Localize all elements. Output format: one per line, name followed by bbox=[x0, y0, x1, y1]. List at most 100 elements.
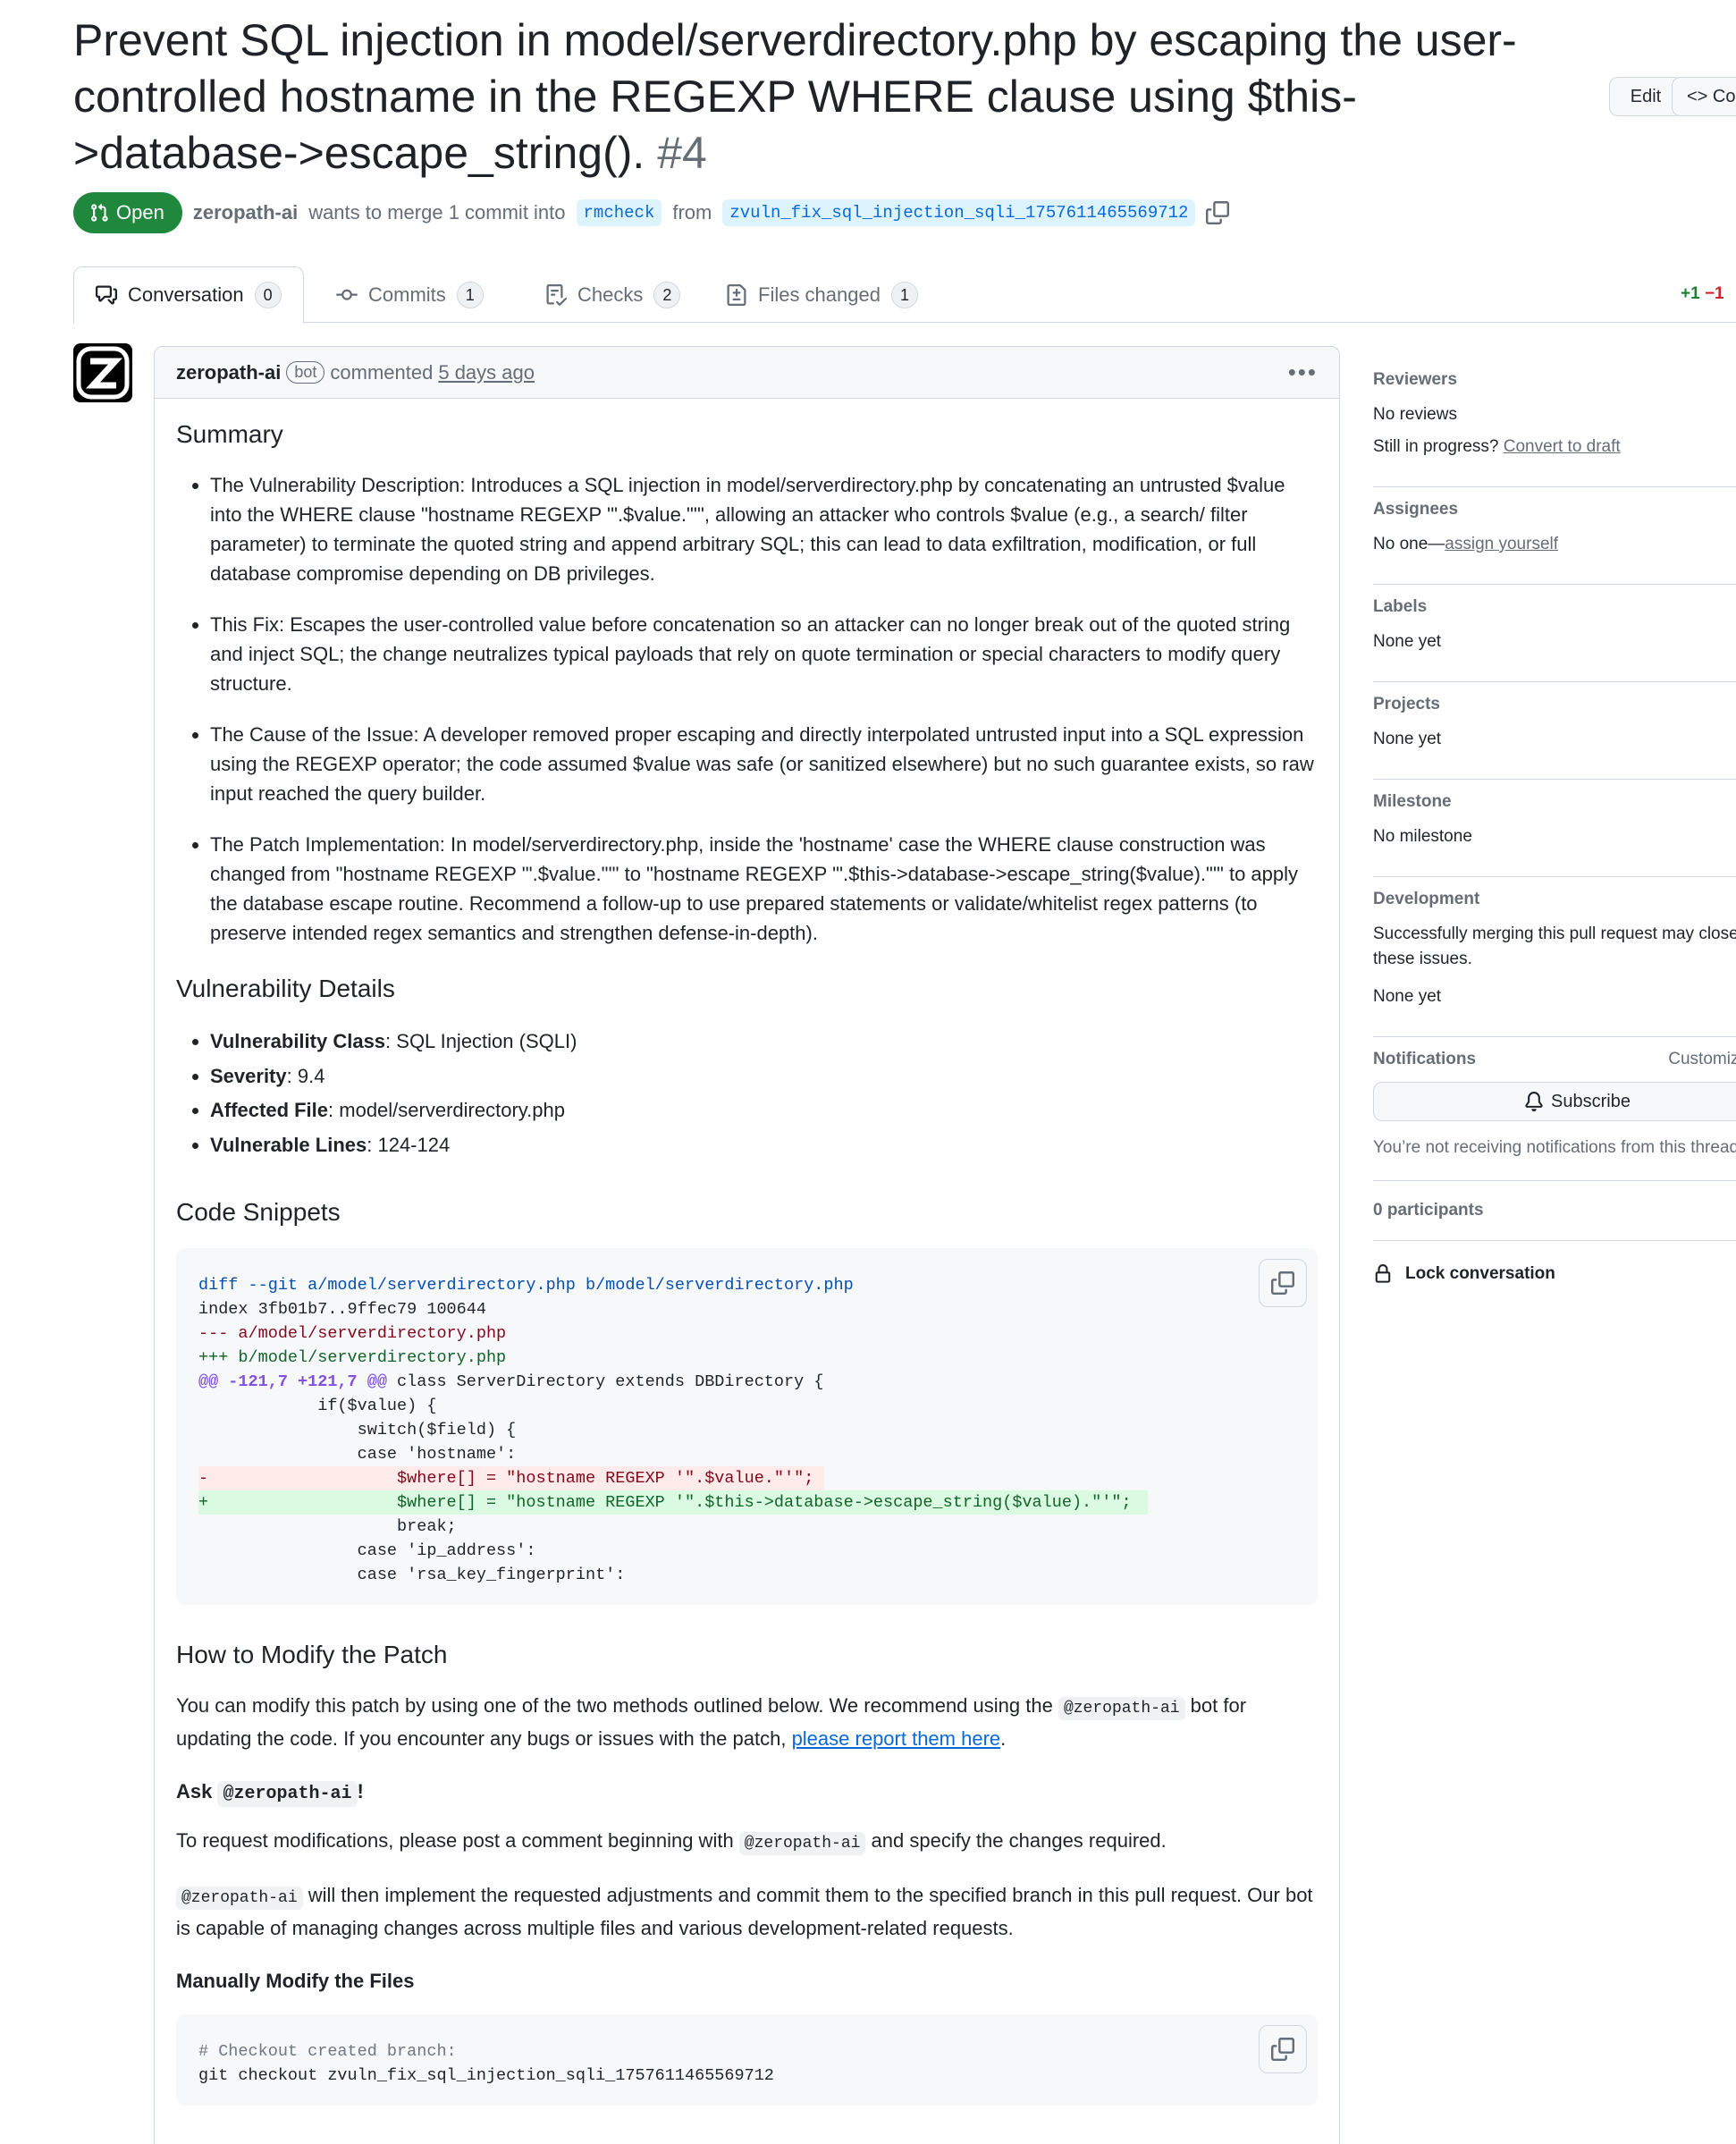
milestone-value: No milestone bbox=[1373, 827, 1472, 846]
tab-checks[interactable]: Checks 2 bbox=[524, 266, 702, 323]
pr-tabs: Conversation 0 Commits 1 Checks 2 Files … bbox=[73, 266, 1736, 324]
tab-checks-label: Checks bbox=[577, 283, 644, 306]
detail-value: : 9.4 bbox=[286, 1064, 325, 1087]
diff-line: case 'rsa_key_fingerprint': bbox=[198, 1566, 626, 1584]
assignees-value: No one— bbox=[1373, 535, 1445, 553]
projects-heading[interactable]: Projects bbox=[1373, 695, 1736, 714]
labels-heading[interactable]: Labels bbox=[1373, 597, 1736, 617]
ask-prefix: Ask bbox=[176, 1780, 218, 1802]
copy-icon bbox=[1271, 2038, 1294, 2061]
code-button[interactable]: <> Code bbox=[1672, 77, 1736, 116]
comment-action: commented bbox=[330, 360, 434, 384]
milestone-heading[interactable]: Milestone bbox=[1373, 792, 1736, 812]
copy-icon[interactable] bbox=[1206, 201, 1230, 224]
detail-label: Vulnerable Lines bbox=[210, 1133, 367, 1156]
assign-yourself-link[interactable]: assign yourself bbox=[1445, 535, 1558, 553]
detail-label: Severity bbox=[210, 1064, 287, 1087]
sidebar-milestone: Milestone No milestone bbox=[1373, 780, 1736, 877]
copy-code-button[interactable] bbox=[1259, 2025, 1307, 2073]
diff-line: break; bbox=[198, 1517, 457, 1536]
development-heading[interactable]: Development bbox=[1373, 890, 1736, 909]
summary-item: The Vulnerability Description: Introduce… bbox=[210, 470, 1318, 588]
comment-discussion-icon bbox=[96, 285, 117, 305]
tab-conversation-count: 0 bbox=[254, 282, 282, 308]
code-command-line: git checkout zvuln_fix_sql_injection_sql… bbox=[198, 2066, 774, 2085]
reviewers-heading-label: Reviewers bbox=[1373, 370, 1458, 389]
bot-mention-code: @zeropath-ai bbox=[1058, 1697, 1185, 1720]
tab-conversation[interactable]: Conversation 0 bbox=[73, 266, 304, 324]
kebab-menu-icon[interactable]: ••• bbox=[1288, 359, 1318, 386]
comment-timestamp[interactable]: 5 days ago bbox=[438, 361, 535, 384]
summary-list: The Vulnerability Description: Introduce… bbox=[176, 470, 1318, 948]
notifications-heading-label: Notifications bbox=[1373, 1050, 1477, 1068]
detail-item: Severity: 9.4 bbox=[210, 1059, 1318, 1094]
sidebar-projects: Projects None yet bbox=[1373, 682, 1736, 780]
pr-author-link[interactable]: zeropath-ai bbox=[193, 201, 298, 224]
details-heading: Vulnerability Details bbox=[176, 975, 395, 1002]
reviewers-heading[interactable]: Reviewers bbox=[1373, 370, 1736, 390]
detail-value: : model/serverdirectory.php bbox=[328, 1099, 565, 1121]
development-value: None yet bbox=[1373, 987, 1442, 1006]
pr-title: Prevent SQL injection in model/serverdir… bbox=[73, 13, 1539, 181]
customize-link[interactable]: Customize bbox=[1668, 1050, 1736, 1069]
projects-value: None yet bbox=[1373, 730, 1442, 748]
code-icon: <> bbox=[1687, 87, 1713, 106]
subscribe-button[interactable]: Subscribe bbox=[1373, 1082, 1736, 1121]
from-text: from bbox=[672, 201, 712, 224]
zeropath-logo-icon bbox=[76, 346, 130, 400]
assignees-heading[interactable]: Assignees bbox=[1373, 500, 1736, 519]
still-in-progress-text: Still in progress? bbox=[1373, 437, 1499, 456]
notifications-heading: Notifications Customize bbox=[1373, 1050, 1736, 1069]
detail-value: : 124-124 bbox=[367, 1133, 451, 1156]
commit-icon bbox=[336, 289, 358, 300]
tab-conversation-label: Conversation bbox=[128, 283, 244, 306]
diffstat: +1 −1 bbox=[1681, 284, 1724, 304]
implement-text: will then implement the requested adjust… bbox=[176, 1884, 1313, 1939]
participants-heading: 0 participants bbox=[1373, 1194, 1736, 1220]
tab-commits[interactable]: Commits 1 bbox=[315, 266, 505, 323]
report-issues-link[interactable]: please report them here bbox=[792, 1727, 1001, 1750]
diff-line: switch($field) { bbox=[198, 1421, 517, 1439]
diff-line: diff --git a/model/serverdirectory.php b… bbox=[198, 1276, 854, 1295]
detail-item: Affected File: model/serverdirectory.php bbox=[210, 1093, 1318, 1128]
tab-commits-count: 1 bbox=[456, 281, 484, 308]
summary-item: This Fix: Escapes the user-controlled va… bbox=[210, 610, 1318, 698]
diff-line-removed: - $where[] = "hostname REGEXP '".$value.… bbox=[198, 1466, 824, 1490]
copy-icon bbox=[1271, 1271, 1294, 1295]
lock-conversation-label: Lock conversation bbox=[1405, 1264, 1555, 1283]
file-diff-icon bbox=[727, 283, 746, 306]
code-button-label: Code bbox=[1712, 87, 1736, 106]
labels-value: None yet bbox=[1373, 632, 1442, 651]
draft-row: Still in progress? Convert to draft bbox=[1373, 435, 1736, 460]
sidebar-participants: 0 participants bbox=[1373, 1181, 1736, 1241]
detail-label: Vulnerability Class bbox=[210, 1030, 386, 1052]
sidebar-development: Development Successfully merging this pu… bbox=[1373, 877, 1736, 1037]
participants-label: 0 participants bbox=[1373, 1201, 1484, 1220]
lock-conversation-button[interactable]: Lock conversation bbox=[1373, 1241, 1736, 1284]
comment-header: zeropath-ai bot commented 5 days ago ••• bbox=[155, 347, 1339, 399]
lock-icon bbox=[1375, 1264, 1391, 1283]
convert-to-draft-link[interactable]: Convert to draft bbox=[1504, 437, 1621, 456]
diff-line: case 'hostname': bbox=[198, 1445, 517, 1464]
pr-state-badge: Open bbox=[73, 192, 182, 233]
implement-mention-code: @zeropath-ai bbox=[176, 1887, 303, 1910]
head-branch[interactable]: zvuln_fix_sql_injection_sqli_17576114655… bbox=[722, 199, 1196, 226]
sidebar-assignees: Assignees No one—assign yourself bbox=[1373, 487, 1736, 585]
modify-paragraph: You can modify this patch by using one o… bbox=[176, 1691, 1318, 1753]
tab-files-changed[interactable]: Files changed 1 bbox=[704, 266, 940, 323]
pr-meta-row: Open zeropath-ai wants to merge 1 commit… bbox=[73, 191, 1230, 234]
comment-author[interactable]: zeropath-ai bbox=[176, 361, 281, 384]
tab-files-changed-label: Files changed bbox=[758, 283, 881, 306]
copy-code-button[interactable] bbox=[1259, 1259, 1307, 1307]
base-branch[interactable]: rmcheck bbox=[576, 199, 662, 226]
avatar[interactable] bbox=[73, 343, 132, 402]
diff-line-added: + $where[] = "hostname REGEXP '".$this->… bbox=[198, 1490, 1148, 1515]
request-text-a: To request modifications, please post a … bbox=[176, 1829, 739, 1852]
diff-code-block: diff --git a/model/serverdirectory.php b… bbox=[176, 1248, 1318, 1605]
checkout-code-block: # Checkout created branch: git checkout z… bbox=[176, 2014, 1318, 2106]
ask-suffix: ! bbox=[357, 1780, 364, 1802]
diff-line: @@ -121,7 +121,7 @@ class ServerDirector… bbox=[198, 1370, 1295, 1394]
bell-icon bbox=[1525, 1092, 1543, 1111]
checklist-icon bbox=[546, 283, 567, 306]
comment-body: Summary The Vulnerability Description: I… bbox=[155, 399, 1339, 2106]
